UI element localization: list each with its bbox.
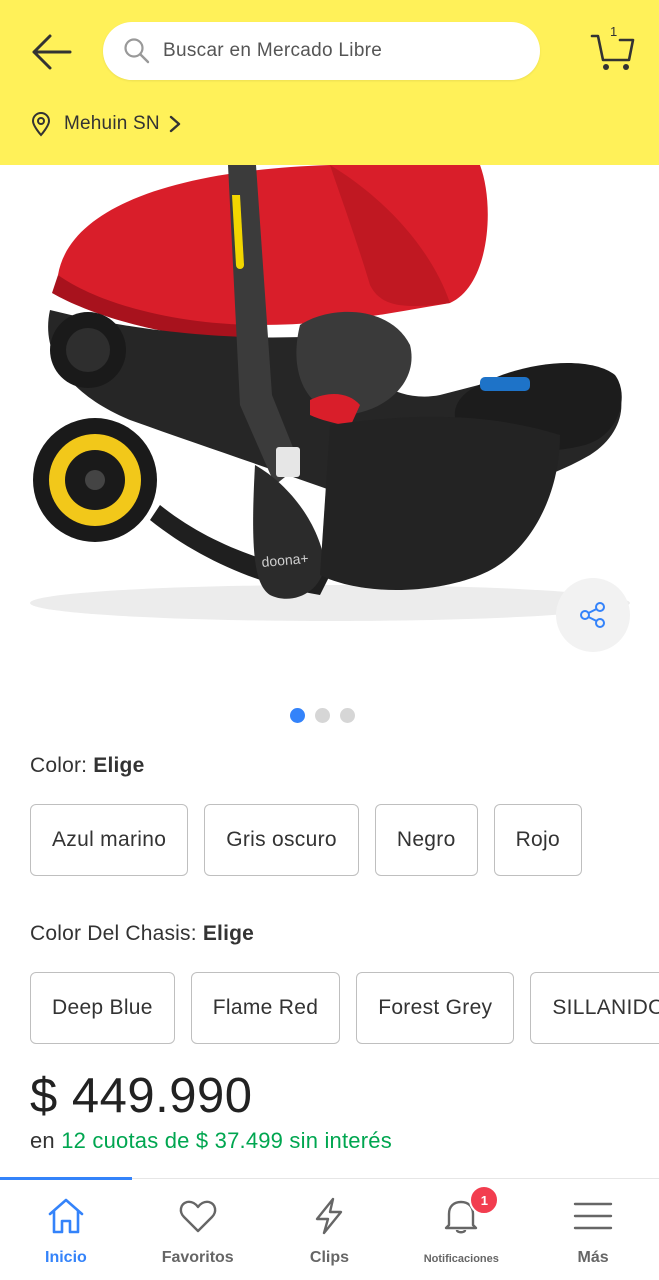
nav-item-clips[interactable]: Clips bbox=[264, 1179, 396, 1279]
gallery-pagination bbox=[290, 708, 355, 723]
product-price: $ 449.990 bbox=[30, 1069, 253, 1123]
chassis-color-options: Deep Blue Flame Red Forest Grey SILLANID… bbox=[30, 972, 659, 1044]
nav-label: Más bbox=[577, 1249, 609, 1266]
share-icon bbox=[580, 602, 605, 628]
chassis-option-sillanido[interactable]: SILLANIDO bbox=[530, 972, 659, 1044]
notification-badge: 1 bbox=[469, 1185, 500, 1215]
back-button[interactable] bbox=[24, 30, 76, 74]
chassis-option-flame-red[interactable]: Flame Red bbox=[190, 972, 341, 1044]
lightning-icon bbox=[316, 1197, 343, 1235]
bottom-navigation: Inicio Favoritos Clips 1 Notificaciones bbox=[0, 1177, 659, 1280]
color-option-negro[interactable]: Negro bbox=[374, 804, 478, 876]
top-header: 1 Mehuin SN bbox=[0, 0, 659, 165]
color-variation-label: Color: Elige bbox=[30, 754, 144, 778]
color-option-gris-oscuro[interactable]: Gris oscuro bbox=[204, 804, 359, 876]
pagination-dot-active[interactable] bbox=[290, 708, 305, 723]
nav-label: Clips bbox=[309, 1249, 350, 1266]
color-option-azul-marino[interactable]: Azul marino bbox=[30, 804, 189, 876]
heart-icon bbox=[179, 1200, 216, 1233]
nav-label: Favoritos bbox=[161, 1249, 234, 1266]
installments-text: 12 cuotas de $ 37.499 sin interés bbox=[61, 1128, 392, 1153]
nav-item-favoritos[interactable]: Favoritos bbox=[132, 1179, 264, 1279]
nav-item-mas[interactable]: Más bbox=[527, 1179, 659, 1279]
search-input[interactable] bbox=[163, 40, 523, 62]
installments-prefix: en bbox=[30, 1128, 62, 1153]
nav-item-inicio[interactable]: Inicio bbox=[0, 1179, 132, 1279]
location-label: Mehuin SN bbox=[64, 113, 160, 134]
variation-selected-value: Elige bbox=[93, 754, 145, 777]
pagination-dot[interactable] bbox=[315, 708, 330, 723]
variation-selected-value: Elige bbox=[202, 922, 255, 945]
chevron-right-icon bbox=[169, 115, 180, 133]
cart-button[interactable]: 1 bbox=[588, 22, 638, 74]
chassis-option-deep-blue[interactable]: Deep Blue bbox=[30, 972, 175, 1044]
menu-icon bbox=[573, 1202, 613, 1230]
chassis-option-forest-grey[interactable]: Forest Grey bbox=[356, 972, 515, 1044]
arrow-left-icon bbox=[32, 34, 72, 70]
home-icon bbox=[48, 1198, 84, 1234]
nav-label: Inicio bbox=[45, 1249, 87, 1266]
nav-label: Notificaciones bbox=[423, 1253, 499, 1265]
search-icon bbox=[124, 38, 150, 64]
location-pin-icon bbox=[31, 112, 51, 137]
share-button[interactable] bbox=[556, 578, 630, 652]
color-options: Azul marino Gris oscuro Negro Rojo bbox=[30, 804, 582, 876]
variation-label-text: Color: bbox=[30, 754, 94, 777]
installments-info: en 12 cuotas de $ 37.499 sin interés bbox=[30, 1128, 392, 1154]
color-option-rojo[interactable]: Rojo bbox=[493, 804, 582, 876]
delivery-location[interactable]: Mehuin SN bbox=[30, 108, 182, 140]
search-bar[interactable] bbox=[103, 22, 540, 80]
variation-label-text: Color Del Chasis: bbox=[30, 922, 203, 945]
nav-item-notificaciones[interactable]: 1 Notificaciones bbox=[395, 1179, 527, 1279]
chassis-color-variation-label: Color Del Chasis: Elige bbox=[30, 922, 254, 946]
cart-count: 1 bbox=[610, 24, 618, 39]
pagination-dot[interactable] bbox=[340, 708, 355, 723]
